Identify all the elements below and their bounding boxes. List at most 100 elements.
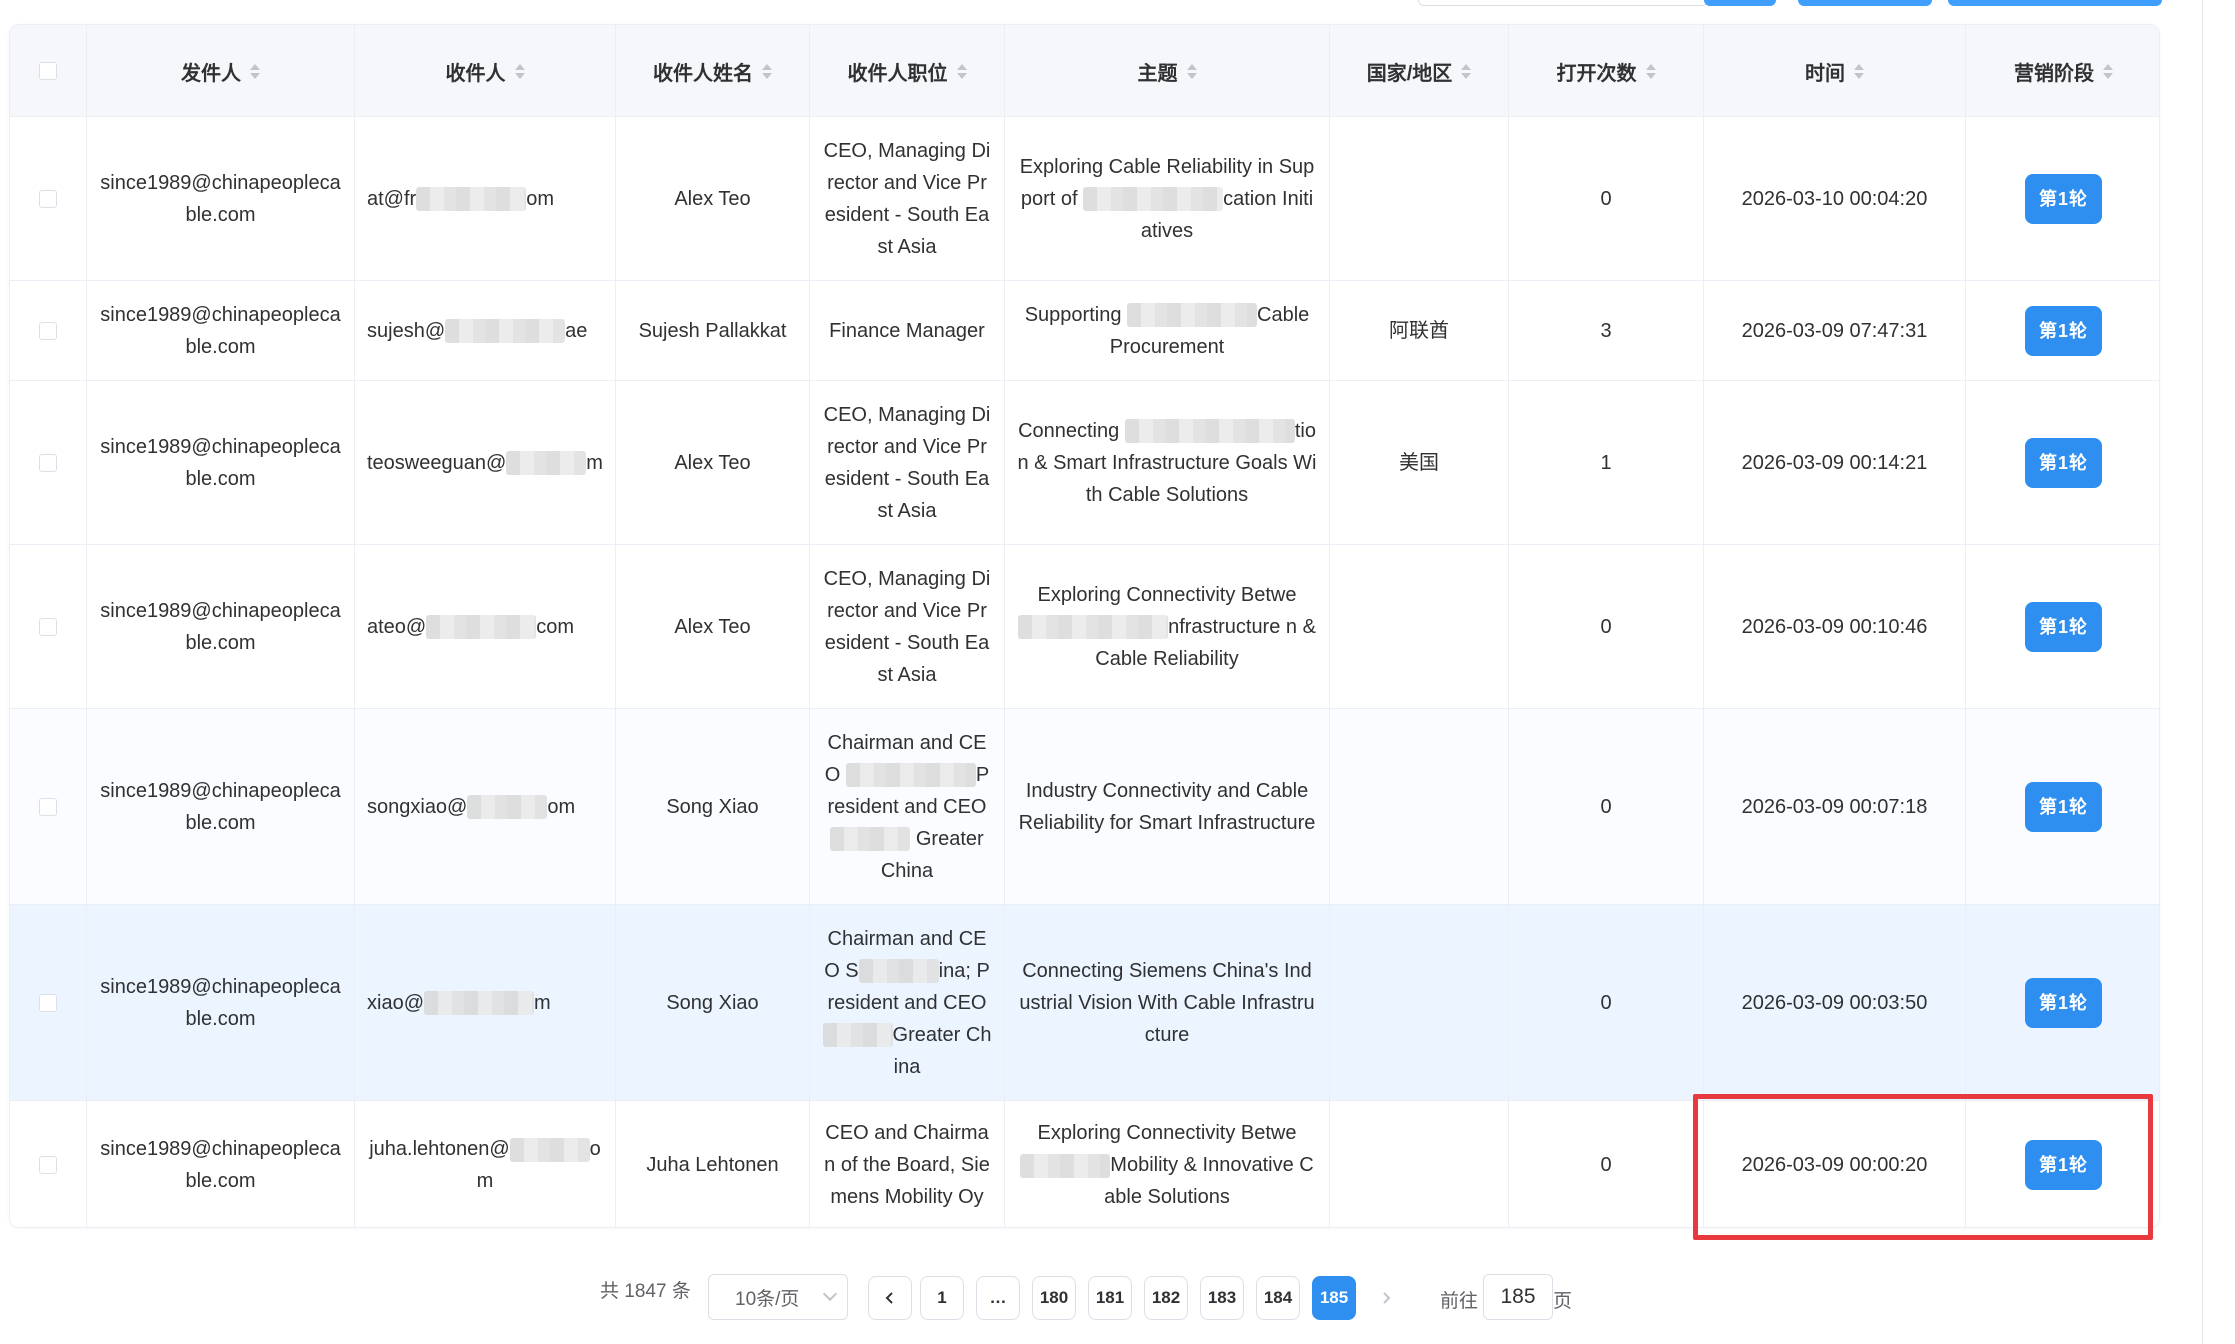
sort-icon[interactable] (1461, 63, 1472, 79)
redacted-block (1127, 303, 1258, 328)
country-cell: 美国 (1330, 381, 1509, 544)
page-button[interactable]: 1 (920, 1276, 964, 1320)
table-row[interactable]: since1989@chinapeoplecable.com teosweegu… (10, 381, 2159, 545)
subject-cell: Exploring Connectivity Betwenfrastructur… (1005, 545, 1330, 708)
subject-visible-start: Exploring Connectivity Betwe (1037, 583, 1297, 606)
row-checkbox[interactable] (39, 617, 57, 636)
row-checkbox[interactable] (39, 993, 57, 1012)
row-checkbox[interactable] (39, 189, 57, 208)
recipient-visible-start: sujesh@ (367, 319, 446, 342)
stage-cell: 第1轮 (1966, 381, 2159, 544)
page-button[interactable]: 180 (1032, 1276, 1076, 1320)
col-subject[interactable]: 主题 (1005, 25, 1330, 117)
toolbar-action-button[interactable] (1798, 0, 1932, 6)
time-cell: 2026-03-09 00:14:21 (1704, 381, 1966, 544)
goto-page-input[interactable]: 185 (1483, 1274, 1553, 1320)
subject-cell: Exploring Connectivity Betwe Mobility & I… (1005, 1101, 1330, 1227)
redacted-block (445, 319, 566, 344)
recipient-visible-start: juha.lehtonen@ (369, 1138, 510, 1160)
time-cell: 2026-03-09 07:47:31 (1704, 281, 1966, 380)
stage-badge[interactable]: 第1轮 (2024, 1140, 2102, 1190)
country-cell (1330, 709, 1509, 904)
col-recipient[interactable]: 收件人 (355, 25, 616, 117)
table-row[interactable]: since1989@chinapeoplecable.com xiao@ m So… (10, 905, 2159, 1101)
page-button[interactable]: 183 (1200, 1276, 1244, 1320)
row-select-cell (10, 381, 87, 544)
page-ellipsis-button[interactable]: … (976, 1276, 1020, 1320)
recipient-visible-start: xiao@ (367, 991, 424, 1014)
toolbar-search-button[interactable] (1704, 0, 1776, 6)
next-page-button[interactable] (1364, 1276, 1408, 1320)
sender-cell: since1989@chinapeoplecable.com (87, 709, 355, 904)
table-row[interactable]: since1989@chinapeoplecable.com juha.leht… (10, 1101, 2159, 1227)
page-button[interactable]: 182 (1144, 1276, 1188, 1320)
recipient-visible-end: om (547, 795, 576, 818)
col-subject-label: 主题 (1137, 62, 1178, 85)
page-button[interactable]: 181 (1088, 1276, 1132, 1320)
toolbar-search-input[interactable] (1418, 0, 1708, 6)
stage-badge[interactable]: 第1轮 (2024, 601, 2102, 652)
subject-cell: Exploring Cable Reliability in Support o… (1005, 117, 1330, 280)
recipient-visible-start: songxiao@ (367, 795, 468, 818)
pagination-total: 共 1847 条 (600, 1281, 691, 1302)
sort-icon[interactable] (514, 63, 525, 79)
recipient-name-cell: Alex Teo (616, 381, 810, 544)
col-time[interactable]: 时间 (1704, 25, 1966, 117)
sender-cell: since1989@chinapeoplecable.com (87, 905, 355, 1100)
recipient-title-cell: Chairman and CEO President and CEO Great… (810, 709, 1005, 904)
sort-icon[interactable] (762, 63, 772, 79)
recipient-visible-start: at@fr (367, 187, 417, 210)
prev-page-button[interactable] (868, 1276, 912, 1320)
page-button[interactable]: 184 (1256, 1276, 1300, 1320)
stage-cell: 第1轮 (1966, 117, 2159, 280)
recipient-cell: songxiao@ om (355, 709, 616, 904)
col-open-count[interactable]: 打开次数 (1509, 25, 1704, 117)
row-checkbox[interactable] (39, 1156, 57, 1174)
recipient-visible-end: m (534, 991, 551, 1014)
col-recipient-title[interactable]: 收件人职位 (810, 25, 1005, 117)
sort-icon[interactable] (250, 63, 260, 79)
select-all-cell (10, 25, 87, 117)
sort-icon[interactable] (2103, 63, 2113, 79)
stage-badge[interactable]: 第1轮 (2024, 305, 2102, 356)
select-all-checkbox[interactable] (39, 62, 57, 80)
page-size-select[interactable]: 10条/页 (708, 1274, 848, 1320)
sort-icon[interactable] (1645, 63, 1656, 79)
chevron-down-icon (822, 1286, 838, 1302)
email-tracking-table: 发件人 收件人 收件人姓名 收件人职位 主题 国家/地区 打开次数 时间 营销阶… (9, 24, 2160, 1228)
row-select-cell (10, 281, 87, 380)
redacted-block (506, 451, 587, 476)
chevron-left-icon (885, 1292, 893, 1304)
col-country[interactable]: 国家/地区 (1330, 25, 1509, 117)
row-checkbox[interactable] (39, 453, 57, 472)
stage-badge[interactable]: 第1轮 (2024, 781, 2102, 832)
stage-cell: 第1轮 (1966, 905, 2159, 1100)
table-row[interactable]: since1989@chinapeoplecable.com sujesh@ ae… (10, 281, 2159, 381)
stage-badge[interactable]: 第1轮 (2024, 173, 2102, 224)
sort-icon[interactable] (956, 63, 967, 79)
recipient-title-cell: Chairman and CEO Sina; President and CEO… (810, 905, 1005, 1100)
time-cell: 2026-03-09 00:10:46 (1704, 545, 1966, 708)
recipient-visible-end: om (526, 187, 554, 210)
sender-cell: since1989@chinapeoplecable.com (87, 117, 355, 280)
sort-icon[interactable] (1854, 63, 1864, 79)
sort-icon[interactable] (1186, 63, 1197, 79)
col-sender[interactable]: 发件人 (87, 25, 355, 117)
table-row[interactable]: since1989@chinapeoplecable.com ateo@ com … (10, 545, 2159, 709)
col-recipient-name-label: 收件人姓名 (653, 62, 753, 85)
col-stage[interactable]: 营销阶段 (1966, 25, 2159, 117)
stage-badge[interactable]: 第1轮 (2024, 977, 2102, 1028)
col-recipient-name[interactable]: 收件人姓名 (616, 25, 810, 117)
sender-cell: since1989@chinapeoplecable.com (87, 381, 355, 544)
stage-badge[interactable]: 第1轮 (2024, 437, 2102, 488)
table-row[interactable]: since1989@chinapeoplecable.com songxiao@… (10, 709, 2159, 905)
pagination: 共 1847 条 10条/页 1 … 180 181 182 183 184 1… (0, 1274, 2235, 1322)
row-checkbox[interactable] (39, 797, 57, 816)
page-scrollbar[interactable] (2202, 0, 2203, 1344)
sender-cell: since1989@chinapeoplecable.com (87, 545, 355, 708)
current-page-button[interactable]: 185 (1312, 1276, 1356, 1320)
recipient-title-cell: CEO and Chairman of the Board, Siemens M… (810, 1101, 1005, 1227)
toolbar-action-button-2[interactable] (1948, 0, 2162, 6)
table-row[interactable]: since1989@chinapeoplecable.com at@fr om A… (10, 117, 2159, 281)
row-checkbox[interactable] (39, 321, 57, 340)
